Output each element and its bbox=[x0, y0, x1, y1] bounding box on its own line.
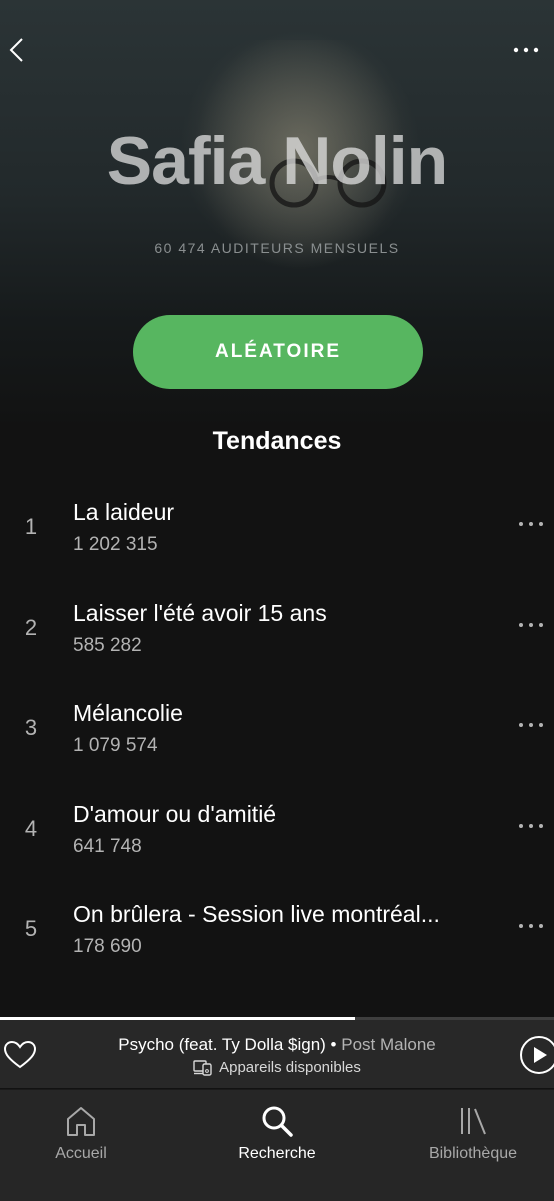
back-chevron-icon[interactable] bbox=[6, 34, 30, 66]
track-row[interactable]: 1 La laideur 1 202 315 bbox=[0, 480, 554, 581]
search-icon bbox=[262, 1106, 293, 1137]
track-title: D'amour ou d'amitié bbox=[73, 800, 277, 827]
now-playing-separator: • bbox=[325, 1035, 342, 1054]
track-title: Laisser l'été avoir 15 ans bbox=[73, 599, 327, 626]
artist-name: Safia Nolin bbox=[106, 123, 448, 199]
track-more-icon[interactable] bbox=[516, 916, 546, 936]
track-row[interactable]: 4 D'amour ou d'amitié 641 748 bbox=[0, 782, 554, 883]
track-more-icon[interactable] bbox=[516, 615, 546, 635]
track-title: La laideur bbox=[73, 499, 175, 525]
now-playing-artist: Post Malone bbox=[341, 1035, 436, 1054]
now-playing-title: Psycho (feat. Ty Dolla $ign) bbox=[118, 1035, 326, 1054]
track-play-count: 1 079 574 bbox=[73, 735, 158, 756]
nav-label-library: Bibliothèque bbox=[428, 1145, 518, 1162]
devices-icon bbox=[193, 1059, 212, 1076]
track-list: 1 La laideur 1 202 315 2 Laisser l'été a… bbox=[0, 480, 554, 983]
track-more-icon[interactable] bbox=[516, 514, 546, 534]
devices-available[interactable]: Appareils disponibles bbox=[0, 1059, 554, 1076]
track-rank: 4 bbox=[24, 815, 38, 841]
track-more-icon[interactable] bbox=[516, 816, 546, 836]
track-title: Mélancolie bbox=[73, 700, 183, 726]
bottom-navigation: Accueil Recherche Bibliothèque bbox=[0, 1089, 554, 1201]
play-icon[interactable] bbox=[519, 1035, 554, 1075]
nav-item-library[interactable]: Bibliothèque bbox=[412, 1090, 534, 1201]
home-icon bbox=[67, 1107, 95, 1136]
track-row[interactable]: 3 Mélancolie 1 079 574 bbox=[0, 681, 554, 782]
nav-item-home[interactable]: Accueil bbox=[20, 1090, 142, 1201]
monthly-listeners: 60 474 AUDITEURS MENSUELS bbox=[154, 240, 400, 256]
nav-item-search[interactable]: Recherche bbox=[216, 1090, 338, 1201]
devices-label: Appareils disponibles bbox=[219, 1059, 361, 1076]
track-play-count: 641 748 bbox=[73, 835, 142, 857]
shuffle-play-button[interactable]: ALÉATOIRE bbox=[133, 315, 423, 389]
track-title: On brûlera - Session live montréal... bbox=[73, 901, 440, 927]
track-rank: 3 bbox=[24, 715, 38, 740]
track-row[interactable]: 2 Laisser l'été avoir 15 ans 585 282 bbox=[0, 581, 554, 682]
track-play-count: 585 282 bbox=[73, 634, 142, 656]
track-more-icon[interactable] bbox=[516, 715, 546, 735]
track-row[interactable]: 5 On brûlera - Session live montréal... … bbox=[0, 882, 554, 983]
track-rank: 2 bbox=[24, 614, 38, 640]
track-rank: 1 bbox=[24, 514, 38, 539]
mini-player[interactable]: Psycho (feat. Ty Dolla $ign) • Post Malo… bbox=[0, 1020, 554, 1088]
section-title: Tendances bbox=[212, 427, 342, 455]
nav-label-home: Accueil bbox=[55, 1145, 107, 1162]
track-rank: 5 bbox=[24, 916, 38, 941]
track-play-count: 178 690 bbox=[73, 936, 142, 957]
now-playing-info[interactable]: Psycho (feat. Ty Dolla $ign) • Post Malo… bbox=[0, 1035, 554, 1055]
track-play-count: 1 202 315 bbox=[73, 534, 158, 555]
more-options-icon[interactable] bbox=[512, 40, 540, 60]
nav-label-search: Recherche bbox=[238, 1145, 316, 1162]
library-icon bbox=[461, 1108, 486, 1135]
